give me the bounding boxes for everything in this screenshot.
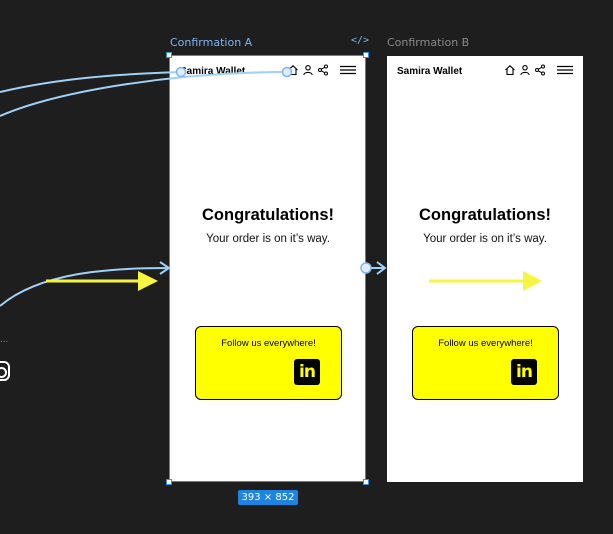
navbar: Samira Wallet <box>170 56 366 86</box>
connector-line[interactable] <box>0 71 182 93</box>
home-icon[interactable] <box>287 64 299 76</box>
connector-arrowhead <box>376 261 387 275</box>
code-icon[interactable]: </> <box>351 35 369 46</box>
hamburger-menu-icon[interactable] <box>555 64 575 76</box>
page-subtitle: Your order is on it’s way. <box>423 233 547 245</box>
resize-handle-top-right[interactable] <box>363 52 369 58</box>
linkedin-icon[interactable]: in <box>294 359 320 385</box>
home-icon[interactable] <box>504 64 516 76</box>
user-icon[interactable] <box>519 64 531 76</box>
hamburger-menu-icon[interactable] <box>338 64 358 76</box>
resize-handle-top-left[interactable] <box>166 52 172 58</box>
frame-label-confirmation-a[interactable]: Confirmation A <box>170 36 252 49</box>
brand-name[interactable]: Samira Wallet <box>180 66 245 77</box>
frame-confirmation-b[interactable]: Samira Wallet Congratulations! Your orde… <box>387 56 583 482</box>
arrow-graphic-head <box>138 271 158 291</box>
social-card-text: Follow us everywhere! <box>221 338 316 349</box>
share-icon[interactable] <box>317 64 329 76</box>
social-card-text: Follow us everywhere! <box>438 338 533 349</box>
navbar: Samira Wallet <box>387 56 583 86</box>
frame-label-confirmation-b[interactable]: Confirmation B <box>387 36 469 49</box>
connector-line[interactable] <box>0 267 169 307</box>
frame-confirmation-a[interactable]: Samira Wallet Congratulations! Your orde… <box>170 56 366 482</box>
dimensions-badge: 393 × 852 <box>238 490 298 505</box>
page-subtitle: Your order is on it’s way. <box>206 233 330 245</box>
resize-handle-bottom-left[interactable] <box>166 479 172 485</box>
instagram-icon <box>0 361 10 381</box>
share-icon[interactable] <box>534 64 546 76</box>
linkedin-icon[interactable]: in <box>511 359 537 385</box>
offscreen-frame-label[interactable]: ... <box>0 334 8 345</box>
connector-arrowhead <box>159 261 171 275</box>
social-card[interactable]: Follow us everywhere! in <box>195 326 342 400</box>
resize-handle-bottom-right[interactable] <box>363 479 369 485</box>
page-title: Congratulations! <box>202 206 334 224</box>
brand-name[interactable]: Samira Wallet <box>397 66 462 77</box>
user-icon[interactable] <box>302 64 314 76</box>
nav-icons <box>287 64 358 76</box>
nav-icons <box>504 64 575 76</box>
arrow-graphic <box>429 271 542 291</box>
social-card[interactable]: Follow us everywhere! in <box>412 326 559 400</box>
design-canvas[interactable]: Confirmation A </> Confirmation B ... Sa… <box>0 0 613 534</box>
page-title: Congratulations! <box>419 206 551 224</box>
